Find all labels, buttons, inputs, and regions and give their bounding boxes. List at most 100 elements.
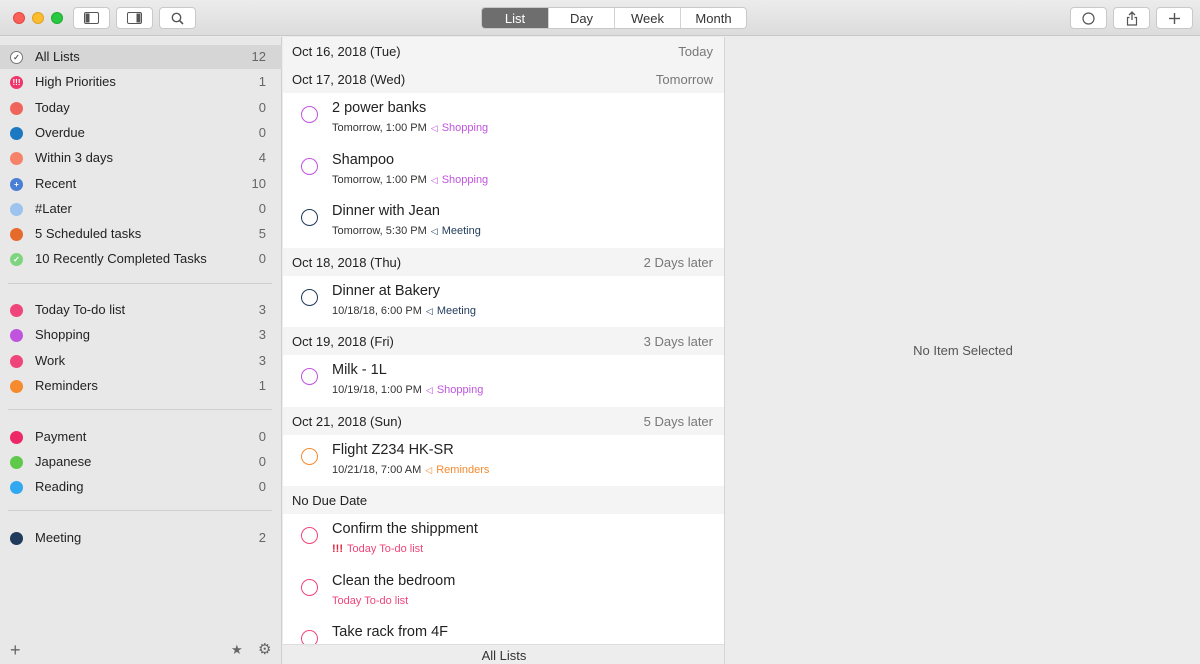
tab-month[interactable]: Month <box>681 8 746 28</box>
sidebar-item-all-lists[interactable]: ✓ All Lists 12 <box>0 45 282 69</box>
sidebar-item-japanese[interactable]: Japanese 0 <box>0 450 282 474</box>
view-switcher: List Day Week Month <box>481 7 747 29</box>
sidebar-item-count: 0 <box>258 479 266 495</box>
sidebar-item-count: 4 <box>258 150 266 166</box>
zoom-window-button[interactable] <box>51 12 63 24</box>
task-due: Tomorrow, 1:00 PM <box>332 122 427 134</box>
task-checkbox[interactable] <box>301 157 318 175</box>
list-color-icon <box>10 430 23 444</box>
sidebar-item-label: Work <box>35 352 66 368</box>
sidebar-item-label: 5 Scheduled tasks <box>35 226 142 242</box>
task-list-name: Reminders <box>436 463 490 476</box>
sidebar-item-count: 0 <box>258 453 266 469</box>
task-row[interactable]: Flight Z234 HK-SR 10/21/18, 7:00 AM ◁ Remin… <box>283 435 724 486</box>
sidebar-item-5-scheduled-tasks[interactable]: 5 Scheduled tasks 5 <box>0 222 282 246</box>
task-row[interactable]: Milk - 1L 10/19/18, 1:00 PM ◁ Shopping <box>283 355 724 406</box>
sidebar-item-later[interactable]: #Later 0 <box>0 197 282 221</box>
star-icon[interactable]: ★ <box>231 642 243 658</box>
task-row[interactable]: 2 power banks Tomorrow, 1:00 PM ◁ Shopping <box>283 93 724 144</box>
task-checkbox[interactable] <box>301 209 318 226</box>
plus-icon <box>1169 12 1180 24</box>
sidebar-item-payment[interactable]: Payment 0 <box>0 425 282 449</box>
sidebar-item-label: Reading <box>35 479 84 495</box>
sidebar-item-reminders[interactable]: Reminders 1 <box>0 374 282 398</box>
gear-icon[interactable]: ⚙ <box>258 640 271 658</box>
sidebar-item-meeting[interactable]: Meeting 2 <box>0 526 282 550</box>
add-task-button[interactable] <box>1156 7 1193 29</box>
task-list-name: Today To-do list <box>332 594 409 607</box>
list-color-icon <box>10 152 23 166</box>
sidebar-item-label: Japanese <box>35 453 92 469</box>
sidebar-item-count: 0 <box>258 251 266 267</box>
complete-button[interactable] <box>1070 7 1107 29</box>
sidebar-item-work[interactable]: Work 3 <box>0 349 282 373</box>
sidebar-item-count: 5 <box>258 226 266 242</box>
sidebar-item-count: 0 <box>258 124 266 140</box>
task-list-name: Shopping <box>441 122 489 134</box>
minimize-window-button[interactable] <box>32 12 44 24</box>
task-checkbox[interactable] <box>301 106 318 123</box>
list-color-icon: ✓ <box>10 253 23 267</box>
sidebar-item-label: High Priorities <box>35 74 116 90</box>
sidebar-item-count: 1 <box>258 74 266 90</box>
add-list-icon[interactable]: + <box>10 640 21 661</box>
task-title: 2 power banks <box>332 100 427 116</box>
share-button[interactable] <box>1113 7 1150 29</box>
date-section-header: Oct 19, 2018 (Fri) 3 Days later <box>283 327 724 355</box>
date-section-header: Oct 18, 2018 (Thu) 2 Days later <box>283 247 724 276</box>
list-color-icon <box>10 304 23 317</box>
search-button[interactable] <box>159 7 196 29</box>
task-meta: Tomorrow, 5:30 PM ◁ Meeting <box>332 225 481 237</box>
list-color-icon <box>10 126 23 140</box>
section-relative-date: 5 Days later <box>643 413 713 429</box>
task-checkbox[interactable] <box>301 527 318 544</box>
list-color-icon <box>10 202 23 216</box>
toggle-sidebar-button[interactable] <box>73 7 110 29</box>
list-color-icon <box>10 531 23 545</box>
date-section-header: Oct 17, 2018 (Wed) Tomorrow <box>283 65 724 93</box>
sidebar-footer: + ★ ⚙ <box>0 638 282 664</box>
task-row[interactable]: Shampoo Tomorrow, 1:00 PM ◁ Shopping <box>283 145 724 196</box>
sidebar-item-reading[interactable]: Reading 0 <box>0 475 282 499</box>
task-checkbox[interactable] <box>301 447 318 465</box>
task-row[interactable]: Dinner with Jean Tomorrow, 5:30 PM ◁ Meetin… <box>283 196 724 247</box>
sidebar-item-overdue[interactable]: Overdue 0 <box>0 121 282 145</box>
sidebar-item-label: Today <box>35 99 70 115</box>
sidebar-item-count: 3 <box>258 327 266 343</box>
list-color-icon <box>10 329 23 343</box>
tab-list[interactable]: List <box>482 8 549 28</box>
sidebar-item-label: All Lists <box>35 49 80 64</box>
toggle-detail-button[interactable] <box>116 7 153 29</box>
sidebar-item-recent[interactable]: + Recent 10 <box>0 172 282 196</box>
task-row[interactable]: Dinner at Bakery 10/18/18, 6:00 PM ◁ Meetin… <box>283 276 724 327</box>
task-title: Dinner with Jean <box>332 203 440 219</box>
date-section-header: Oct 16, 2018 (Tue) Today <box>283 37 724 65</box>
list-color-icon <box>10 455 23 469</box>
window-toolbar: List Day Week Month <box>0 0 1200 36</box>
task-checkbox[interactable] <box>301 578 318 596</box>
task-checkbox[interactable] <box>301 288 318 306</box>
list-tag-icon: ◁ <box>430 226 438 236</box>
task-row[interactable]: Clean the bedroom Today To-do list <box>283 566 724 617</box>
task-meta: Tomorrow, 1:00 PM ◁ Shopping <box>332 122 488 134</box>
sidebar-item-count: 0 <box>258 99 266 115</box>
sidebar-item-10-recently-completed-tasks[interactable]: ✓ 10 Recently Completed Tasks 0 <box>0 247 282 271</box>
task-list-name: Today To-do list <box>347 543 424 555</box>
tab-week[interactable]: Week <box>615 8 681 28</box>
sidebar-item-high-priorities[interactable]: !!! High Priorities 1 <box>0 70 282 94</box>
tab-day[interactable]: Day <box>549 8 615 28</box>
list-tag-icon: ◁ <box>430 174 438 185</box>
sidebar-item-count: 3 <box>258 302 266 317</box>
sidebar-item-today[interactable]: Today 0 <box>0 96 282 120</box>
sidebar-item-count: 3 <box>258 352 266 368</box>
task-checkbox[interactable] <box>301 368 318 385</box>
sidebar-item-within-3-days[interactable]: Within 3 days 4 <box>0 146 282 170</box>
task-list-name: Meeting <box>436 304 476 317</box>
close-window-button[interactable] <box>13 12 25 24</box>
task-due: Tomorrow, 5:30 PM <box>332 225 427 237</box>
task-row[interactable]: Confirm the shippment!!! Today To-do list <box>283 514 724 565</box>
sidebar-item-today-to-do-list[interactable]: Today To-do list 3 <box>0 298 282 322</box>
detail-pane: No Item Selected <box>726 37 1200 664</box>
sidebar-item-shopping[interactable]: Shopping 3 <box>0 323 282 347</box>
list-color-icon <box>10 101 23 115</box>
